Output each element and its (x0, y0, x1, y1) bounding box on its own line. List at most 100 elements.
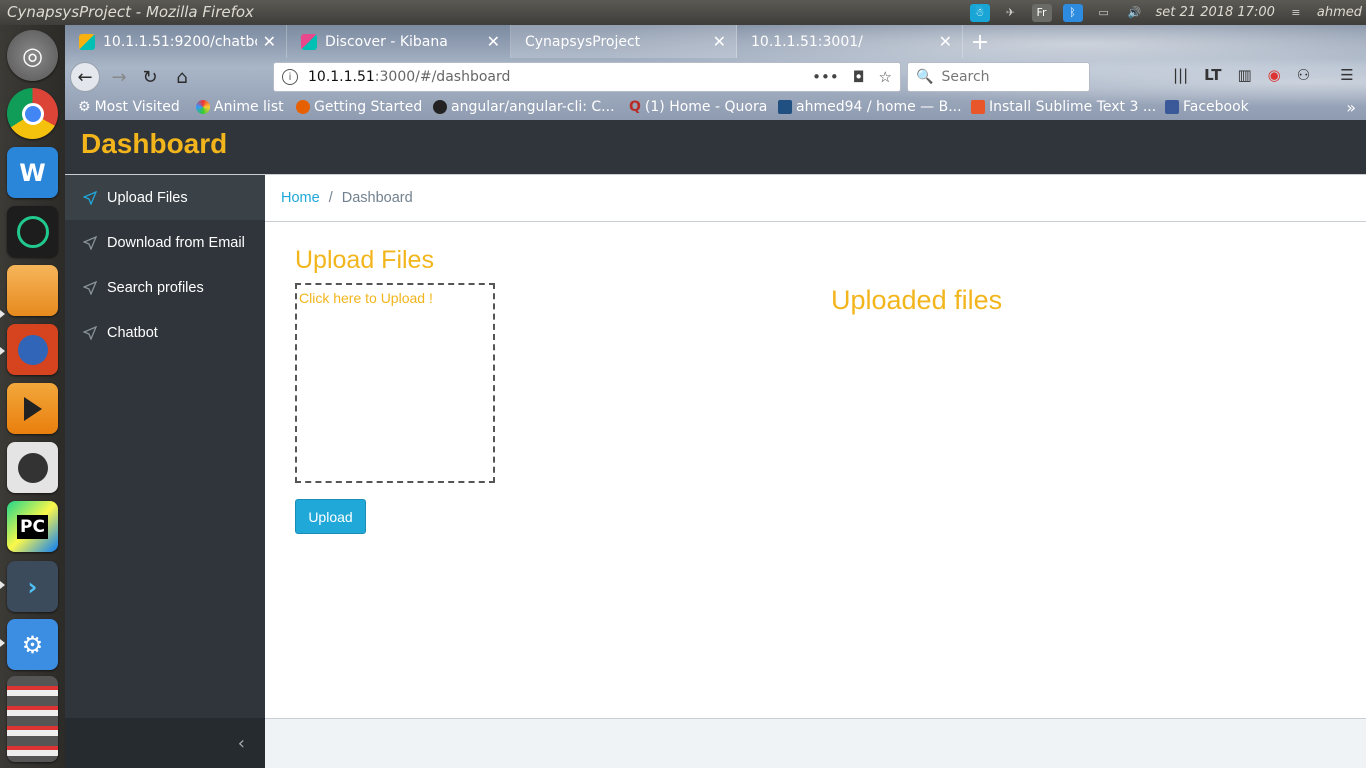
system-settings-icon[interactable]: ⚙ (7, 619, 58, 670)
main-content: Home / Dashboard Upload Files Click here… (265, 175, 1366, 718)
tab-kibana[interactable]: Discover - Kibana ✕ (287, 25, 511, 58)
new-tab-button[interactable]: + (967, 29, 993, 55)
search-placeholder: Search (941, 69, 990, 85)
kibana-icon (301, 33, 317, 50)
bookmark-label: Anime list (214, 99, 284, 115)
uploaded-files-heading: Uploaded files (831, 285, 1003, 315)
bookmark-facebook[interactable]: Facebook (1165, 99, 1249, 115)
sidebar-item-label: Chatbot (107, 324, 158, 341)
bookmark-angular-cli[interactable]: angular/angular-cli: C... (433, 99, 615, 115)
breadcrumb-separator: / (328, 190, 333, 206)
chrome-icon[interactable] (7, 88, 58, 139)
firefox-icon (296, 100, 310, 114)
user-name[interactable]: ahmed (1317, 5, 1362, 20)
app-footer (265, 718, 1366, 768)
url-path: :3000/#/dashboard (374, 69, 511, 85)
tab-label: 10.1.1.51:3001/ (751, 33, 863, 50)
ubuntu-dash-icon[interactable]: ◎ (7, 30, 58, 81)
info-icon[interactable]: i (282, 69, 298, 85)
bookmarks-toolbar: ⚙ Most Visited Anime list Getting Started… (65, 96, 1366, 120)
search-bar[interactable]: 🔍 Search (907, 62, 1090, 92)
upload-files-heading: Upload Files (295, 246, 434, 274)
menu-icon[interactable]: ≡ (1286, 4, 1306, 22)
navigation-toolbar: ← → ↻ ⌂ i 10.1.1.51:3000/#/dashboard •••… (65, 58, 1366, 96)
bookmark-quora[interactable]: Q (1) Home - Quora (629, 99, 767, 115)
network-icon[interactable]: ✈ (1001, 4, 1021, 22)
tab-strip: 10.1.1.51:9200/chatbot_ ✕ Discover - Kib… (65, 25, 1366, 58)
tab-cynapsys[interactable]: CynapsysProject ✕ (511, 25, 737, 58)
upload-dropzone[interactable]: Click here to Upload ! (295, 283, 495, 483)
battery-icon[interactable]: ▭ (1094, 4, 1114, 22)
files-icon[interactable] (7, 265, 58, 316)
close-tab-icon[interactable]: ✕ (939, 32, 952, 51)
chevron-left-icon: ‹ (237, 732, 245, 754)
home-button[interactable]: ⌂ (168, 63, 196, 91)
os-top-bar: CynapsysProject - Mozilla Firefox ☃ ✈ Fr… (0, 0, 1366, 25)
app-header: Dashboard (65, 120, 1366, 175)
extension-icon-2[interactable]: ⚇ (1297, 66, 1310, 84)
bookmark-label: (1) Home - Quora (644, 99, 768, 115)
library-icon[interactable]: ||| (1173, 66, 1188, 84)
reload-button[interactable]: ↻ (136, 63, 164, 91)
workspaces-icon[interactable] (7, 676, 58, 762)
sidebar-item-label: Upload Files (107, 189, 188, 206)
anime-icon (196, 100, 210, 114)
running-indicator (0, 310, 5, 318)
terminal-icon[interactable]: › (7, 561, 58, 612)
pocket-icon[interactable]: ◘ (853, 68, 865, 86)
bookmark-label: ahmed94 / home — B... (796, 99, 962, 115)
pycharm-icon[interactable]: PC (7, 501, 58, 552)
bookmark-bitbucket[interactable]: ahmed94 / home — B... (778, 99, 962, 115)
tab-3001[interactable]: 10.1.1.51:3001/ ✕ (737, 25, 963, 58)
bookmark-sublime[interactable]: Install Sublime Text 3 ... (971, 99, 1156, 115)
sidebar-item-label: Search profiles (107, 279, 204, 296)
tab-chatbot[interactable]: 10.1.1.51:9200/chatbot_ ✕ (65, 25, 287, 58)
sidebar-item-chatbot[interactable]: Chatbot (65, 310, 265, 355)
accessibility-icon[interactable]: ☃ (969, 3, 990, 22)
keyboard-layout-indicator[interactable]: Fr (1031, 3, 1052, 22)
sidebar-item-download-from-email[interactable]: Download from Email (65, 220, 265, 265)
window-title: CynapsysProject - Mozilla Firefox (7, 3, 254, 21)
clock[interactable]: set 21 2018 17:00 (1156, 5, 1275, 20)
close-tab-icon[interactable]: ✕ (263, 32, 276, 51)
browser-chrome: 10.1.1.51:9200/chatbot_ ✕ Discover - Kib… (65, 25, 1366, 120)
media-player-icon[interactable] (7, 383, 58, 434)
sidebar-item-upload-files[interactable]: Upload Files (65, 175, 265, 220)
url-bar[interactable]: i 10.1.1.51:3000/#/dashboard ••• ◘ ☆ (273, 62, 901, 92)
sidebar-item-search-profiles[interactable]: Search profiles (65, 265, 265, 310)
tab-label: 10.1.1.51:9200/chatbot_ (103, 33, 257, 50)
volume-icon[interactable]: 🔊 (1125, 4, 1145, 22)
gitkraken-icon[interactable] (7, 206, 58, 257)
bookmark-most-visited[interactable]: ⚙ Most Visited (78, 99, 180, 115)
hamburger-menu-icon[interactable]: ☰ (1340, 66, 1353, 84)
upload-button[interactable]: Upload (295, 499, 366, 534)
close-tab-icon[interactable]: ✕ (713, 32, 726, 51)
brand-title[interactable]: Dashboard (81, 128, 227, 160)
languagetool-icon[interactable]: LT (1204, 66, 1221, 84)
forward-button[interactable]: → (105, 63, 133, 91)
back-button[interactable]: ← (70, 62, 100, 92)
arrow-left-icon: ← (77, 66, 93, 88)
breadcrumb-home-link[interactable]: Home (281, 190, 320, 206)
sidebar-minimizer[interactable]: ‹ (65, 718, 265, 768)
send-icon (83, 280, 107, 295)
close-tab-icon[interactable]: ✕ (487, 32, 500, 51)
bookmark-anime-list[interactable]: Anime list (196, 99, 284, 115)
extension-icon[interactable]: ◉ (1268, 66, 1281, 84)
chevron-more-icon[interactable]: » (1346, 98, 1356, 117)
sidebar-icon[interactable]: ▥ (1237, 66, 1251, 84)
launcher: ◎ W PC › ⚙ (0, 25, 65, 768)
bluetooth-icon[interactable]: ᛒ (1062, 3, 1083, 22)
firefox-icon[interactable] (7, 324, 58, 375)
bookmark-getting-started[interactable]: Getting Started (296, 99, 422, 115)
search-icon: 🔍 (916, 69, 934, 85)
wps-writer-icon[interactable]: W (7, 147, 58, 198)
facebook-icon (1165, 100, 1179, 114)
bookmark-star-icon[interactable]: ☆ (879, 68, 892, 86)
tab-label: CynapsysProject (525, 33, 641, 50)
settings-app-icon[interactable] (7, 442, 58, 493)
url-host: 10.1.1.51 (308, 69, 375, 85)
dropzone-text[interactable]: Click here to Upload ! (299, 290, 433, 306)
page-actions-icon[interactable]: ••• (812, 68, 839, 86)
running-indicator (0, 581, 5, 589)
